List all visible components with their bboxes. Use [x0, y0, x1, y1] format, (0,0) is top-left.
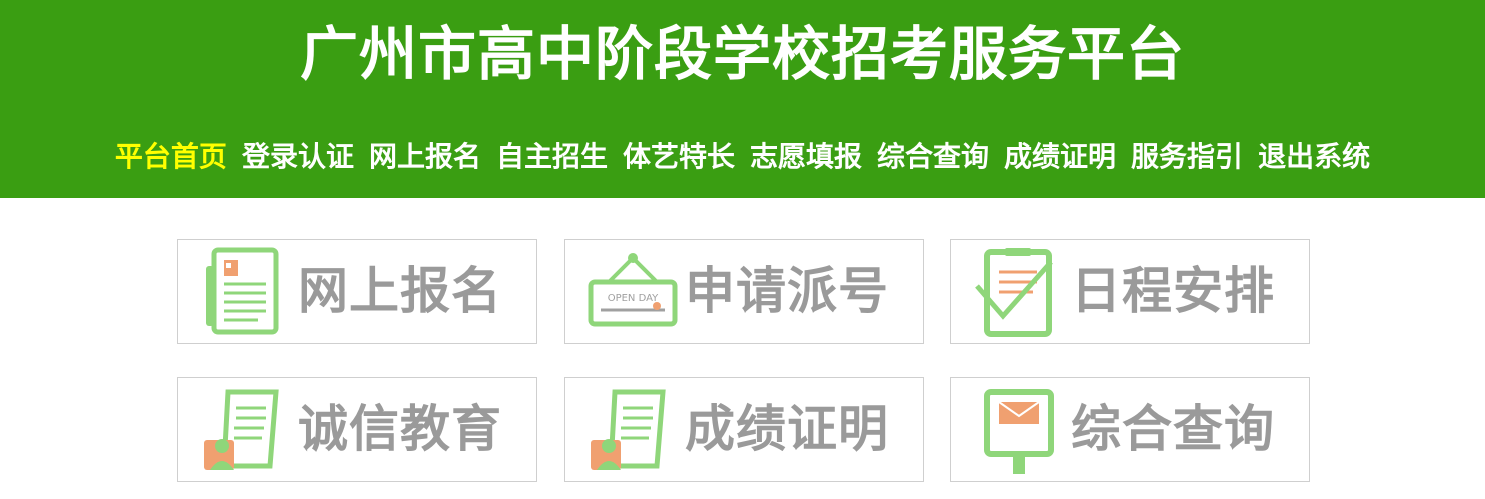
main-nav: 平台首页 登录认证 网上报名 自主招生 体艺特长 志愿填报 综合查询 成绩证明 …	[0, 136, 1485, 178]
mailbox-query-icon	[984, 389, 1054, 474]
nav-home[interactable]: 平台首页	[115, 136, 227, 178]
schedule-clipboard-icon	[975, 248, 1053, 337]
registration-form-icon	[206, 247, 279, 335]
tile-online-registration[interactable]: 网上报名	[177, 239, 537, 344]
tile-label: 综合查询	[1071, 400, 1275, 458]
integrity-document-user-icon	[204, 389, 279, 470]
tile-label: 网上报名	[298, 262, 502, 320]
tile-apply-number[interactable]: OPEN DAY 申请派号	[564, 239, 924, 344]
nav-service-guide[interactable]: 服务指引	[1131, 136, 1243, 178]
open-day-sign-icon: OPEN DAY	[588, 253, 678, 327]
tile-label: 诚信教育	[298, 400, 502, 458]
header-bar: 广州市高中阶段学校招考服务平台 平台首页 登录认证 网上报名 自主招生 体艺特长…	[0, 0, 1485, 198]
score-certificate-user-icon	[591, 389, 666, 470]
tile-comprehensive-query[interactable]: 综合查询	[950, 377, 1310, 482]
nav-logout[interactable]: 退出系统	[1258, 136, 1370, 178]
nav-score-certificate[interactable]: 成绩证明	[1004, 136, 1116, 178]
site-title: 广州市高中阶段学校招考服务平台	[299, 20, 1185, 88]
tile-integrity-education[interactable]: 诚信教育	[177, 377, 537, 482]
nav-application-filling[interactable]: 志愿填报	[750, 136, 862, 178]
nav-online-registration[interactable]: 网上报名	[369, 136, 481, 178]
nav-login[interactable]: 登录认证	[242, 136, 354, 178]
nav-comprehensive-query[interactable]: 综合查询	[877, 136, 989, 178]
tile-schedule[interactable]: 日程安排	[950, 239, 1310, 344]
tile-label: 日程安排	[1071, 262, 1275, 320]
tile-score-certificate[interactable]: 成绩证明	[564, 377, 924, 482]
nav-sports-arts[interactable]: 体艺特长	[623, 136, 735, 178]
tile-label: 成绩证明	[685, 400, 889, 458]
open-day-text: OPEN DAY	[608, 293, 659, 304]
tile-label: 申请派号	[685, 262, 889, 320]
nav-independent-enrollment[interactable]: 自主招生	[496, 136, 608, 178]
